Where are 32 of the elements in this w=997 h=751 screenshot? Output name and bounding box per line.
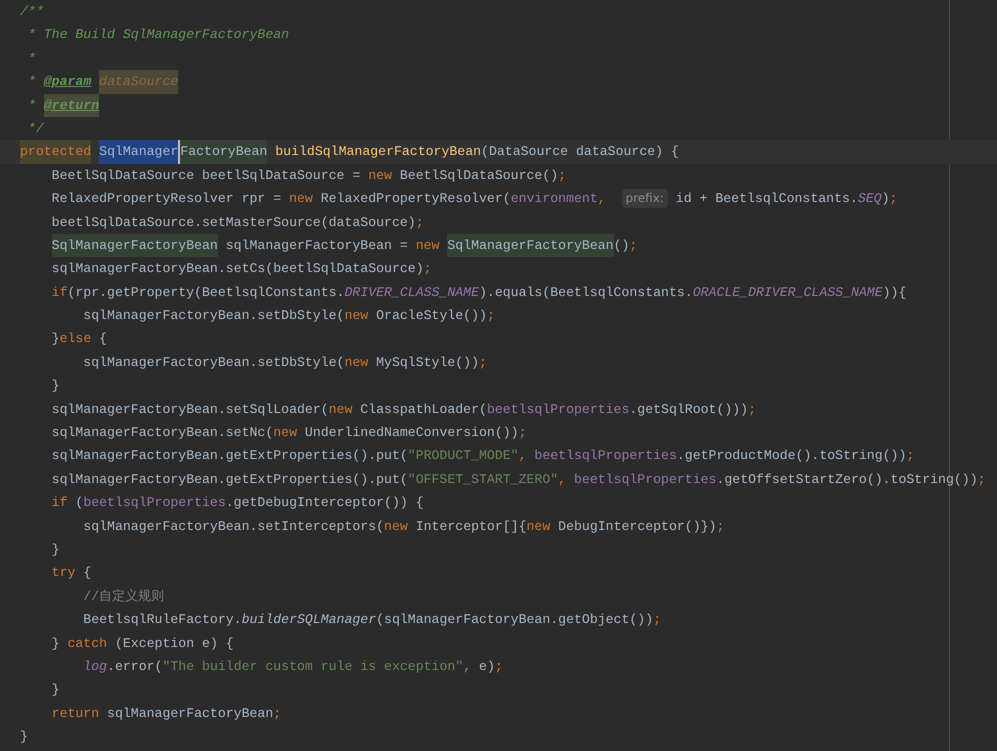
code-line: * @param dataSource (0, 70, 997, 94)
parameter-hint: prefix: (622, 189, 668, 208)
code-line: if(rpr.getProperty(BeetlsqlConstants.DRIVER_CLASS_NAME).equals(BeetlsqlConstants.ORACLE_DRIVER_CLASS_NAME)){ (50, 284, 908, 302)
code-line: } (19, 728, 29, 746)
code-line: * The Build SqlManagerFactoryBean (26, 26, 290, 44)
code-line: sqlManagerFactoryBean.getExtProperties().put("OFFSET_START_ZERO", beetlsqlProperties.getOffsetStartZero().toString()); (50, 470, 987, 489)
code-line: SqlManagerFactoryBean sqlManagerFactoryBean = new SqlManagerFactoryBean(); (0, 234, 997, 258)
code-line: BeetlsqlRuleFactory.builderSQLManager(sqlManagerFactoryBean.getObject()); (82, 611, 662, 630)
code-line: beetlSqlDataSource.setMasterSource(dataSource); (50, 214, 425, 232)
code-line: } (50, 377, 61, 396)
code-line: * @return (0, 94, 997, 117)
code-line: */ (26, 120, 45, 138)
code-line: //自定义规则 (82, 588, 166, 606)
code-line: RelaxedPropertyResolver rpr = new RelaxedPropertyResolver(environment, prefix: id + BeetlsqlConstants.SEQ); (50, 188, 898, 210)
code-line: return sqlManagerFactoryBean; (50, 704, 282, 723)
code-line: sqlManagerFactoryBean.setSqlLoader(new ClasspathLoader(beetlsqlProperties.getSqlRoot())); (50, 400, 758, 419)
code-line: try { (50, 564, 92, 582)
code-line: sqlManagerFactoryBean.setDbStyle(new MySqlStyle()); (82, 354, 488, 372)
code-line: }else { (50, 330, 108, 348)
code-line: } (50, 540, 61, 559)
code-line: } (50, 681, 61, 700)
code-line: sqlManagerFactoryBean.setDbStyle(new OracleStyle()); (82, 307, 496, 326)
code-line: } catch (Exception e) { (50, 634, 235, 653)
code-line: sqlManagerFactoryBean.setCs(beetlSqlDataSource); (50, 260, 433, 278)
code-line: BeetlSqlDataSource beetlSqlDataSource = new BeetlSqlDataSource(); (50, 166, 568, 185)
code-line: if (beetlsqlProperties.getDebugInterceptor()) { (50, 494, 425, 512)
code-line: /** (19, 3, 45, 21)
code-line: * (26, 50, 37, 68)
code-line: sqlManagerFactoryBean.setInterceptors(new Interceptor[]{new DebugInterceptor()}); (82, 518, 726, 536)
code-line: log.error("The builder custom rule is exception", e); (82, 658, 504, 676)
code-line: sqlManagerFactoryBean.getExtProperties().put("PRODUCT_MODE", beetlsqlProperties.getProductMode().toString()); (50, 447, 916, 466)
code-line: sqlManagerFactoryBean.setNc(new UnderlinedNameConversion()); (50, 424, 528, 442)
